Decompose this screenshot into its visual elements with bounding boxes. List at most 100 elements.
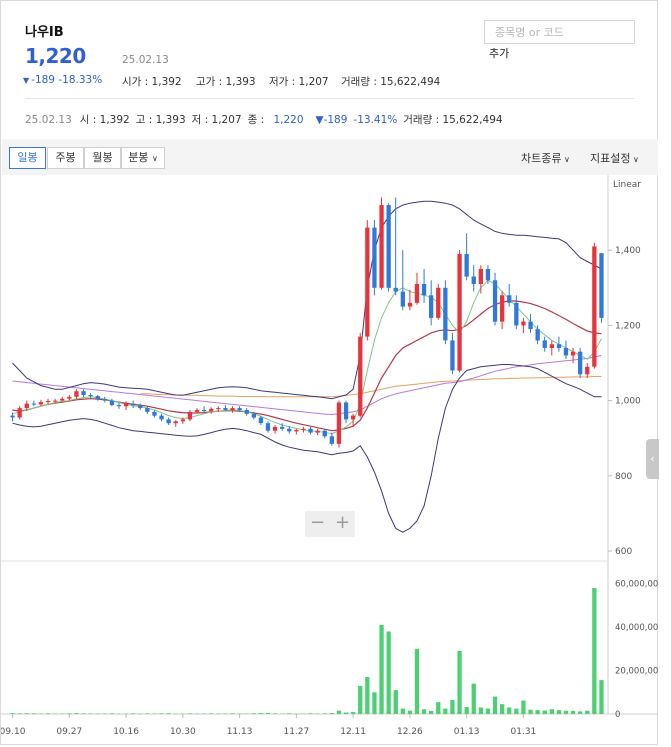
candle-body: [17, 408, 22, 418]
volume-bar: [166, 713, 171, 714]
volume-bar: [400, 708, 405, 714]
candle-body: [570, 351, 576, 356]
volume-bar: [265, 712, 271, 714]
divider: [25, 98, 635, 99]
ma-long-line: [12, 355, 602, 416]
down-triangle-icon: ▼: [23, 76, 30, 85]
volume-tick-label: 60,000,000: [615, 580, 658, 590]
chart-type-dropdown[interactable]: 차트종류 ∨: [521, 150, 570, 166]
zoom-in-button[interactable]: +: [330, 511, 355, 537]
volume-bar: [492, 696, 498, 714]
info-open: 시 : 1,392: [79, 114, 130, 126]
search-input[interactable]: [485, 21, 634, 44]
volume-tick-label: 0: [615, 710, 620, 720]
volume-bar: [329, 713, 334, 714]
volume-bar: [315, 713, 320, 715]
indicator-settings-dropdown[interactable]: 지표설정 ∨: [590, 150, 639, 166]
candle-body: [485, 269, 491, 281]
candle-body: [379, 205, 384, 288]
volume-bar: [88, 713, 93, 714]
candle-body: [407, 302, 413, 307]
volume-bar: [216, 713, 221, 715]
candle-body: [535, 329, 540, 341]
candle-body: [152, 411, 157, 416]
volume-bar: [45, 713, 51, 714]
period-daily-button[interactable]: 일봉: [9, 147, 46, 169]
candle-body: [492, 280, 498, 322]
volume-bar: [457, 651, 462, 714]
candle-body: [429, 295, 434, 318]
add-button[interactable]: 추가: [489, 45, 509, 61]
volume-bar: [386, 631, 391, 714]
candle-body: [471, 276, 476, 284]
x-tick-label: 11.13: [227, 727, 253, 737]
volume-bar: [358, 685, 363, 714]
change-percent: -18.33%: [58, 74, 103, 86]
candle-body: [549, 344, 554, 348]
volume-bar: [53, 713, 58, 715]
volume-bar: [485, 708, 491, 714]
candle-body: [131, 403, 136, 406]
scale-label: Linear: [613, 180, 641, 190]
volume-bar: [17, 713, 22, 714]
volume-bar: [407, 710, 413, 714]
volume-label: 거래량 :: [341, 76, 381, 88]
volume-bar: [429, 711, 434, 714]
volume-bar: [123, 713, 129, 714]
x-tick-label: 09.27: [56, 727, 82, 737]
open-value: 1,392: [151, 76, 182, 88]
candle-body: [145, 408, 150, 412]
volume-tick-label: 20,000,000: [615, 667, 658, 677]
change-amount: -189: [31, 74, 55, 86]
low-label: 저가 :: [269, 76, 299, 88]
bollinger-lower-line: [12, 364, 602, 533]
info-close-label: 종 :: [247, 114, 268, 126]
candle-body: [194, 410, 200, 412]
candle-body: [95, 396, 100, 400]
bollinger-upper-line: [12, 200, 602, 400]
stock-chart[interactable]: Linear 600 800 1,000 1,200 1,400 0 20,000,000 40…: [1, 175, 658, 746]
x-tick-label: 11.27: [283, 727, 309, 737]
candle-body: [116, 405, 122, 407]
candle-body: [400, 291, 405, 307]
zoom-out-button[interactable]: −: [305, 511, 330, 537]
candle-body: [514, 302, 519, 326]
candle-body: [294, 429, 299, 432]
chart-type-label: 차트종류: [521, 152, 562, 165]
volume-bar: [563, 710, 569, 714]
period-monthly-button[interactable]: 월봉: [84, 147, 121, 169]
volume-bar: [74, 713, 79, 714]
candle-body: [45, 401, 51, 403]
volume-bar: [152, 713, 157, 714]
volume-bar: [549, 709, 554, 714]
volume-bar: [336, 710, 342, 714]
candle-body: [159, 415, 164, 420]
volume-bar: [159, 713, 164, 714]
candle-body: [209, 408, 214, 412]
volume-bar: [365, 677, 370, 714]
volume-bar: [38, 713, 44, 714]
volume-bar: [60, 713, 65, 714]
volume-bar: [535, 710, 540, 714]
high-label: 고가 :: [196, 76, 226, 88]
volume-bar: [138, 713, 143, 715]
candle-body: [53, 400, 58, 402]
candle-body: [216, 408, 221, 410]
open-stat: 시가 : 1,392: [122, 74, 182, 89]
x-tick-label: 12.11: [340, 727, 366, 737]
candle-body: [280, 426, 285, 429]
volume-bar: [301, 713, 306, 714]
candle-body: [500, 295, 505, 322]
low-value: 1,207: [298, 76, 329, 88]
period-minute-dropdown[interactable]: 분봉 ∨: [121, 147, 165, 169]
candle-body: [358, 336, 363, 416]
candle-body: [393, 287, 398, 292]
y-tick-label: 1,000: [615, 397, 641, 407]
volume-bar: [10, 713, 15, 714]
volume-bar: [81, 713, 86, 714]
candle-body: [287, 428, 292, 432]
side-panel-toggle[interactable]: ‹: [646, 439, 659, 479]
candle-body: [478, 269, 483, 284]
period-weekly-button[interactable]: 주봉: [47, 147, 84, 169]
volume-bar: [209, 713, 214, 714]
